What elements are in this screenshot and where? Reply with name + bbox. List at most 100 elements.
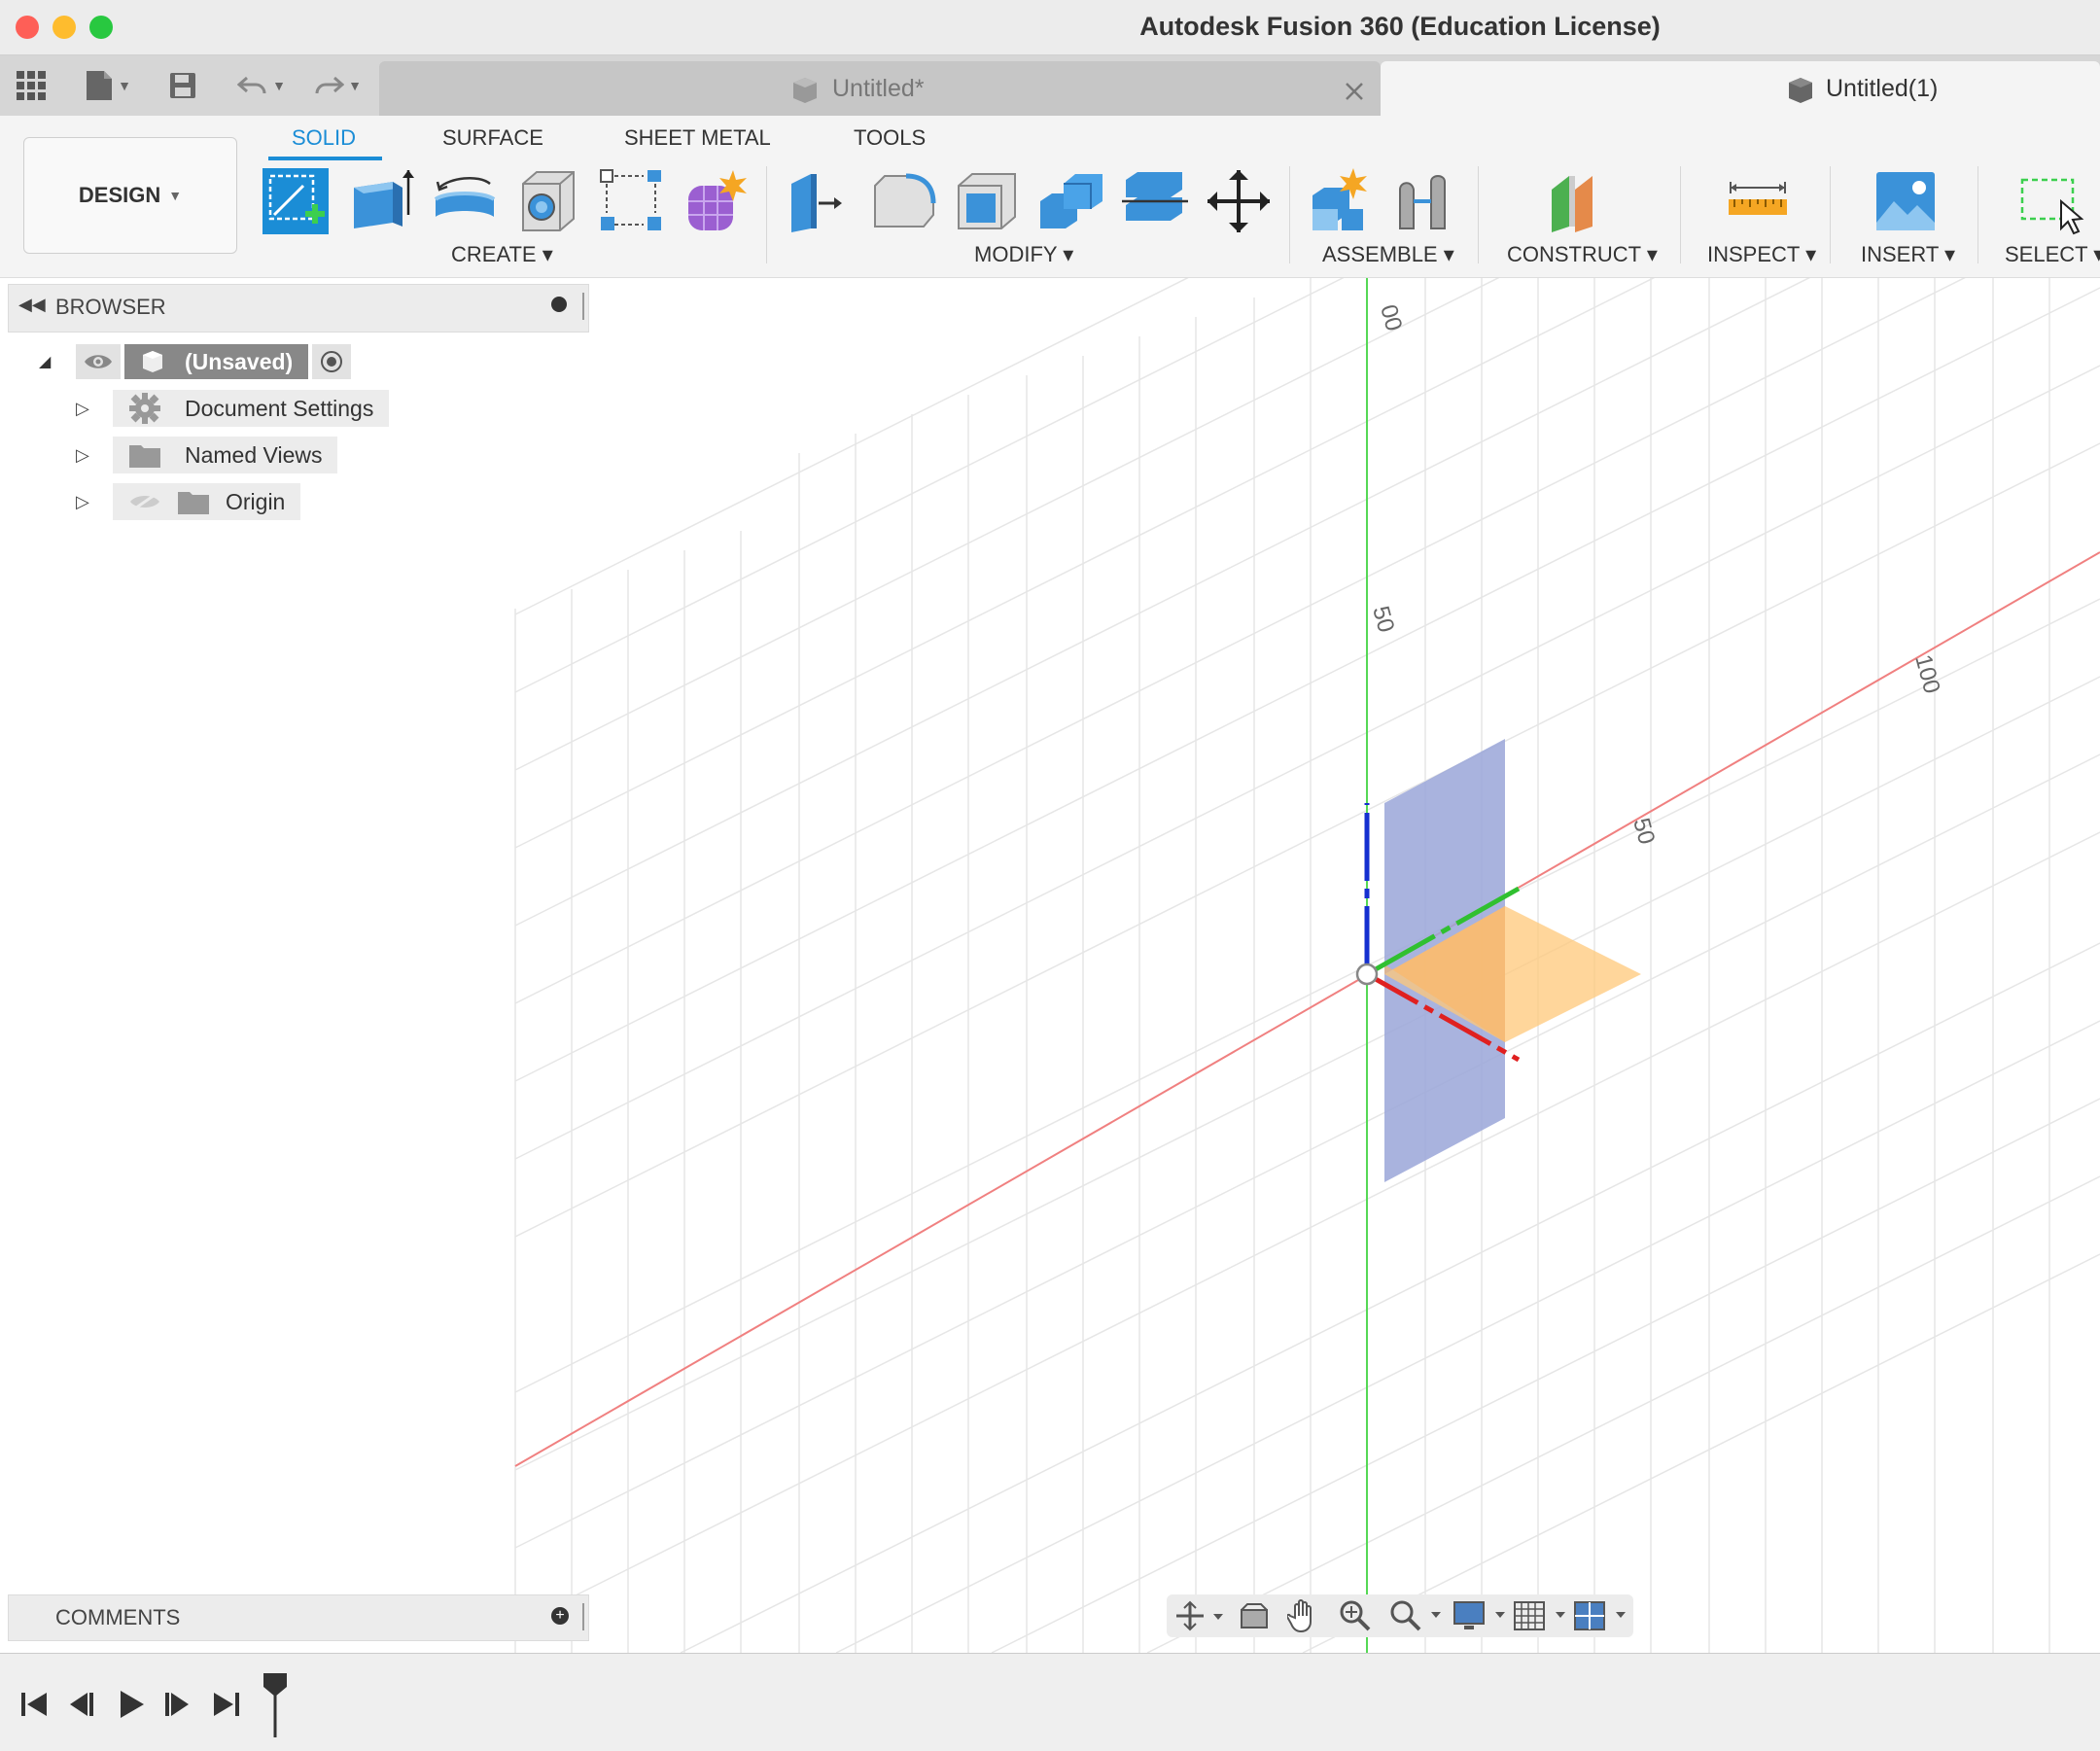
add-comment-icon[interactable]: + [551, 1607, 569, 1625]
joint-icon[interactable] [1390, 166, 1460, 236]
toolbar-separator [1289, 166, 1290, 263]
comments-panel-header[interactable]: COMMENTS + [8, 1594, 589, 1641]
revolve-icon[interactable] [430, 166, 500, 236]
step-forward-icon[interactable] [158, 1685, 196, 1724]
origin-point[interactable] [1355, 963, 1379, 986]
panel-grip[interactable] [582, 1603, 584, 1630]
axis-tick-label: 50 [1367, 604, 1399, 636]
tab-solid[interactable]: SOLID [292, 125, 356, 151]
shell-icon[interactable] [953, 166, 1023, 236]
toolbar-separator [1830, 166, 1831, 263]
toolbar-separator [1680, 166, 1681, 263]
apps-grid-icon[interactable] [14, 69, 49, 102]
save-icon[interactable] [165, 69, 200, 102]
tab-bar: ▼ ▼ ▼ Untitled* Untitled(1) [0, 55, 2100, 116]
axis-tick-label: 100 [1909, 652, 1944, 697]
play-icon[interactable] [111, 1685, 150, 1724]
grid-snaps-icon[interactable] [1513, 1598, 1573, 1633]
document-tab-untitled[interactable]: Untitled* [379, 61, 1381, 116]
expand-triangle-icon[interactable]: ▷ [76, 445, 113, 466]
expand-triangle-icon[interactable]: ▷ [76, 399, 113, 419]
document-cube-icon [1789, 78, 1812, 103]
window-title: Autodesk Fusion 360 (Education License) [1139, 12, 1661, 41]
viewports-icon[interactable] [1573, 1598, 1633, 1633]
tab-label: Untitled(1) [1826, 75, 1939, 102]
offset-plane-icon[interactable] [1546, 166, 1616, 236]
browser-panel-header[interactable]: ◀◀ BROWSER [8, 284, 589, 333]
browser-item-origin[interactable]: ▷ Origin [76, 482, 301, 521]
zoom-icon[interactable] [1338, 1598, 1373, 1633]
create-group-label[interactable]: CREATE ▾ [451, 242, 553, 267]
document-tab-untitled-1[interactable]: Untitled(1) [1381, 61, 2100, 116]
undo-icon[interactable]: ▼ [231, 69, 292, 102]
timeline-marker-icon[interactable] [261, 1671, 290, 1739]
inspect-group-label[interactable]: INSPECT ▾ [1707, 242, 1816, 267]
file-menu-icon[interactable]: ▼ [78, 69, 138, 102]
collapse-triangle-icon[interactable]: ◢ [39, 352, 76, 371]
close-tab-icon[interactable] [1344, 81, 1365, 102]
new-component-icon[interactable] [1307, 166, 1377, 236]
hidden-eye-icon[interactable] [128, 491, 161, 512]
component-icon [143, 351, 162, 372]
timeline-bar [0, 1653, 2100, 1751]
select-group-label[interactable]: SELECT ▾ [2005, 242, 2100, 267]
toolbar: DESIGN ▼ SOLID SURFACE SHEET METAL TOOLS … [0, 116, 2100, 278]
orbit-icon[interactable] [1174, 1600, 1225, 1631]
window-select-icon[interactable] [2016, 166, 2086, 236]
activate-radio-icon[interactable] [312, 344, 352, 379]
move-copy-icon[interactable] [1204, 166, 1274, 236]
step-back-icon[interactable] [62, 1685, 101, 1724]
pattern-icon[interactable] [597, 166, 667, 236]
go-to-start-icon[interactable] [16, 1685, 54, 1724]
insert-canvas-icon[interactable] [1871, 166, 1941, 236]
split-body-icon[interactable] [1120, 166, 1190, 236]
look-at-icon[interactable] [1239, 1600, 1270, 1631]
panel-grip[interactable] [582, 293, 584, 320]
combine-icon[interactable] [1036, 166, 1106, 236]
create-form-icon[interactable] [681, 166, 751, 236]
tab-label: Untitled* [832, 75, 925, 102]
active-tab-underline [268, 157, 382, 160]
browser-root-node[interactable]: ◢ (Unsaved) [39, 342, 352, 381]
workspace-switcher-button[interactable]: DESIGN ▼ [23, 137, 237, 254]
item-label: Origin [226, 488, 286, 514]
modify-group-label[interactable]: MODIFY ▾ [974, 242, 1073, 267]
item-label: Document Settings [185, 395, 374, 421]
fit-zoom-icon[interactable] [1388, 1598, 1447, 1633]
assemble-group-label[interactable]: ASSEMBLE ▾ [1322, 242, 1454, 267]
toolbar-separator [766, 166, 767, 263]
document-cube-icon [793, 78, 817, 103]
item-label: Named Views [185, 441, 323, 468]
visibility-eye-icon[interactable] [76, 344, 121, 379]
tab-tools[interactable]: TOOLS [854, 125, 926, 151]
workspace-label: DESIGN [78, 183, 161, 207]
collapse-browser-icon[interactable]: ◀◀ [18, 295, 46, 315]
expand-triangle-icon[interactable]: ▷ [76, 492, 113, 512]
create-sketch-icon[interactable] [261, 166, 331, 236]
browser-item-document-settings[interactable]: ▷ Document Settings [76, 389, 390, 428]
browser-options-icon[interactable] [551, 297, 567, 312]
press-pull-icon[interactable] [786, 166, 856, 236]
root-component-label[interactable]: (Unsaved) [124, 344, 309, 379]
insert-group-label[interactable]: INSERT ▾ [1861, 242, 1955, 267]
construct-group-label[interactable]: CONSTRUCT ▾ [1507, 242, 1658, 267]
title-bar: Autodesk Fusion 360 (Education License) [0, 0, 2100, 55]
extrude-icon[interactable] [346, 166, 416, 236]
design-viewport[interactable]: 00 50 50 100 [0, 278, 2100, 1653]
redo-icon[interactable]: ▼ [307, 69, 368, 102]
tree-item-chip: Origin [113, 483, 301, 520]
display-settings-icon[interactable] [1452, 1598, 1513, 1633]
go-to-end-icon[interactable] [206, 1685, 245, 1724]
toolbar-separator [1478, 166, 1479, 263]
measure-icon[interactable] [1723, 166, 1793, 236]
tab-surface[interactable]: SURFACE [442, 125, 543, 151]
browser-title: BROWSER [55, 295, 166, 319]
tab-sheet-metal[interactable]: SHEET METAL [624, 125, 771, 151]
ground-grid [514, 278, 2100, 1653]
fillet-icon[interactable] [869, 166, 939, 236]
tree-item-chip: Named Views [113, 437, 338, 473]
axis-tick-label: 50 [1628, 816, 1660, 848]
pan-hand-icon[interactable] [1287, 1598, 1320, 1633]
hole-icon[interactable] [513, 166, 583, 236]
browser-item-named-views[interactable]: ▷ Named Views [76, 436, 338, 474]
